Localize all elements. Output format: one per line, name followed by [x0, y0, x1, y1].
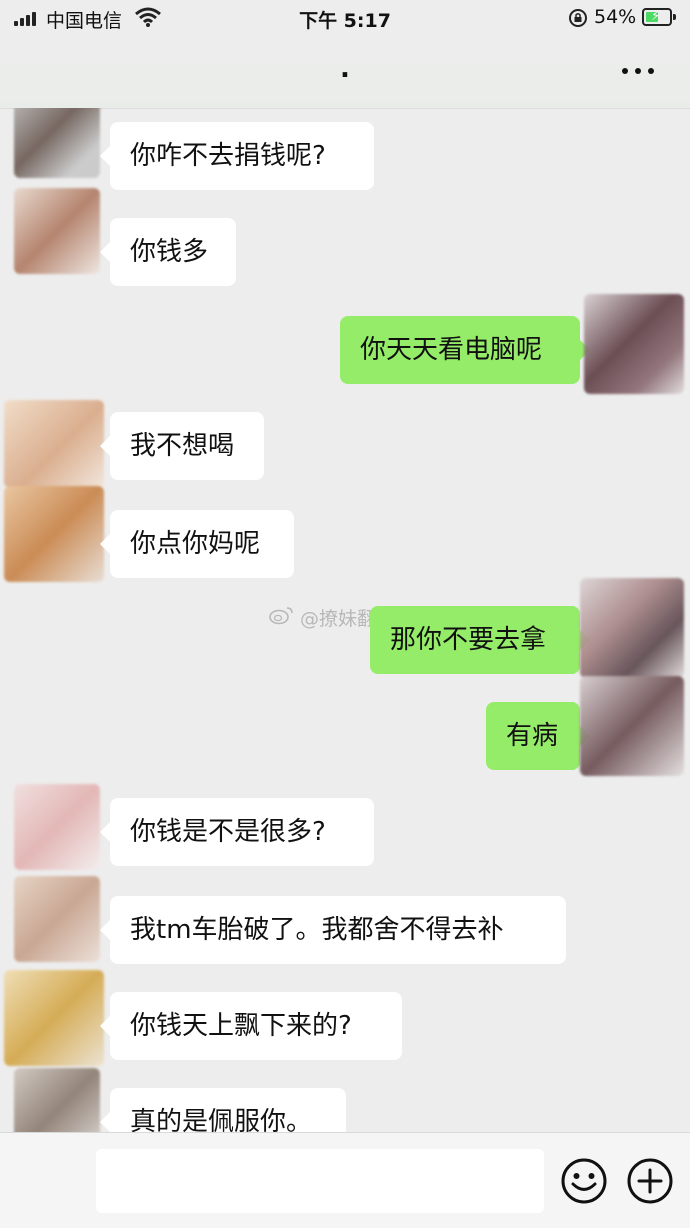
message-bubble-incoming[interactable]: 你咋不去捐钱呢?	[100, 122, 374, 190]
plus-circle-icon[interactable]	[626, 1157, 674, 1205]
avatar[interactable]	[4, 486, 104, 582]
nav-bar: .	[0, 36, 690, 109]
input-bar	[0, 1132, 690, 1228]
charging-icon: ⚡	[651, 9, 661, 24]
weibo-logo-icon	[269, 607, 293, 625]
message-bubble-incoming[interactable]: 真的是佩服你。	[100, 1088, 346, 1132]
message-bubble-outgoing[interactable]: 你天天看电脑呢	[340, 316, 590, 384]
chat-title: .	[340, 54, 350, 84]
message-bubble-incoming[interactable]: 你钱多	[100, 218, 236, 286]
avatar[interactable]	[14, 108, 100, 178]
avatar[interactable]	[14, 1068, 100, 1132]
rotation-lock-icon	[569, 9, 587, 27]
battery-percent: 54%	[594, 6, 637, 28]
avatar[interactable]	[584, 294, 684, 394]
message-bubble-incoming[interactable]: 我不想喝	[100, 412, 264, 480]
emoji-smile-icon[interactable]	[560, 1157, 608, 1205]
avatar[interactable]	[14, 784, 100, 870]
battery-icon: ⚡	[642, 8, 676, 26]
message-bubble-outgoing[interactable]: 有病	[486, 702, 590, 770]
message-bubble-outgoing[interactable]: 那你不要去拿	[370, 606, 590, 674]
status-bar: 中国电信 下午 5:17 54% ⚡	[0, 0, 690, 36]
message-bubble-incoming[interactable]: 你钱天上飘下来的?	[100, 992, 402, 1060]
message-bubble-incoming[interactable]: 你点你妈呢	[100, 510, 294, 578]
avatar[interactable]	[580, 676, 684, 776]
avatar[interactable]	[4, 970, 104, 1066]
avatar[interactable]	[580, 578, 684, 678]
avatar[interactable]	[14, 876, 100, 962]
avatar[interactable]	[4, 400, 104, 488]
chat-area[interactable]: 你咋不去捐钱呢? 你钱多 你天天看电脑呢 我不想喝 你点你妈呢 @撩妹翻车现场 …	[0, 108, 690, 1132]
message-bubble-incoming[interactable]: 你钱是不是很多?	[100, 798, 374, 866]
message-input[interactable]	[96, 1149, 544, 1213]
avatar[interactable]	[14, 188, 100, 274]
more-dots-icon[interactable]	[618, 62, 658, 82]
message-bubble-incoming[interactable]: 我tm车胎破了。我都舍不得去补	[100, 896, 566, 964]
